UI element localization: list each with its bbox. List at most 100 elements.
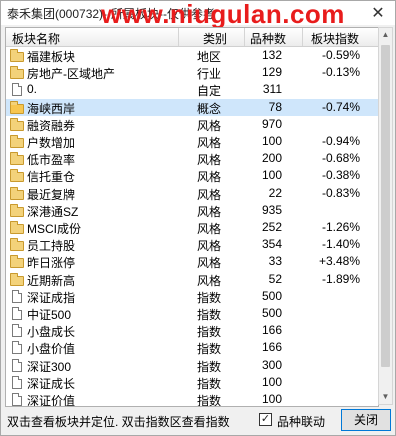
folder-icon [10, 204, 24, 217]
table-row[interactable]: 户数增加 风格 100 -0.94% [6, 133, 378, 150]
document-icon [10, 393, 24, 406]
row-count: 970 [261, 117, 282, 131]
row-count: 78 [268, 100, 282, 114]
table-row[interactable]: 近期新高 风格 52 -1.89% [6, 271, 378, 288]
row-index-pct: -1.89% [321, 272, 360, 286]
row-name: 房地产-区域地产 [27, 67, 115, 81]
table-row[interactable]: 房地产-区域地产 行业 129 -0.13% [6, 64, 378, 81]
row-count: 100 [261, 392, 282, 406]
row-count: 100 [261, 134, 282, 148]
row-index-pct: -0.83% [321, 186, 360, 200]
header-category[interactable]: 类别 [203, 30, 227, 47]
row-count: 166 [261, 323, 282, 337]
row-name: 小盘价值 [27, 342, 76, 356]
header-divider[interactable] [178, 28, 179, 46]
header-name[interactable]: 板块名称 [12, 30, 60, 47]
table-row[interactable]: 福建板块 地区 132 -0.59% [6, 47, 378, 64]
row-count: 52 [268, 272, 282, 286]
folder-icon [10, 238, 24, 251]
table-row[interactable]: MSCI成份 风格 252 -1.26% [6, 219, 378, 236]
row-count: 100 [261, 375, 282, 389]
table-row[interactable]: 深证成指 指数 500 [6, 288, 378, 305]
table-row[interactable]: 0. 自定 311 [6, 81, 378, 98]
row-name: 近期新高 [27, 274, 76, 288]
folder-open-icon [10, 101, 24, 114]
row-name: 低市盈率 [27, 153, 76, 167]
document-icon [10, 376, 24, 389]
scroll-down-icon[interactable]: ▼ [379, 390, 392, 404]
vertical-scrollbar[interactable]: ▲ ▼ [378, 27, 393, 405]
folder-icon [10, 221, 24, 234]
row-index-pct: -0.38% [321, 168, 360, 182]
row-name: 小盘成长 [27, 325, 76, 339]
row-index-pct: -0.68% [321, 151, 360, 165]
header-count[interactable]: 品种数 [250, 30, 286, 47]
row-category: 风格 [197, 222, 222, 236]
document-icon [10, 83, 24, 96]
document-icon [10, 290, 24, 303]
row-category: 风格 [197, 274, 222, 288]
row-category: 风格 [197, 153, 222, 167]
row-category: 风格 [197, 136, 222, 150]
row-category: 指数 [197, 377, 222, 391]
row-category: 概念 [197, 102, 222, 116]
table-row[interactable]: 深港通SZ 风格 935 [6, 202, 378, 219]
row-name: 最近复牌 [27, 188, 76, 202]
scroll-thumb[interactable] [381, 45, 390, 367]
header-divider[interactable] [244, 28, 245, 46]
row-index-pct: -0.59% [321, 48, 360, 62]
table-row[interactable]: 最近复牌 风格 22 -0.83% [6, 185, 378, 202]
table-row[interactable]: 小盘成长 指数 166 [6, 322, 378, 339]
table-row[interactable]: 海峡西岸 概念 78 -0.74% [6, 99, 378, 116]
document-icon [10, 341, 24, 354]
row-category: 风格 [197, 256, 222, 270]
row-category: 指数 [197, 360, 222, 374]
table-row[interactable]: 中证500 指数 500 [6, 305, 378, 322]
header-index-pct[interactable]: 板块指数 [311, 30, 359, 47]
table-row[interactable]: 信托重仓 风格 100 -0.38% [6, 167, 378, 184]
row-index-pct: -0.13% [321, 65, 360, 79]
document-icon [10, 324, 24, 337]
table-row[interactable]: 深证300 指数 300 [6, 357, 378, 374]
title-bar: 泰禾集团(000732)--所属板块--仅供参考 www.niugulan.co… [1, 0, 395, 29]
row-category: 指数 [197, 325, 222, 339]
link-checkbox[interactable]: ✓ [259, 413, 272, 426]
table-row[interactable]: 员工持股 风格 354 -1.40% [6, 236, 378, 253]
folder-icon [10, 118, 24, 131]
row-count: 33 [268, 254, 282, 268]
row-name: 深证成长 [27, 377, 76, 391]
row-name: 昨日涨停 [27, 256, 76, 270]
row-name: 海峡西岸 [27, 102, 76, 116]
row-count: 354 [261, 237, 282, 251]
row-category: 地区 [197, 50, 222, 64]
table-row[interactable]: 昨日涨停 风格 33 +3.48% [6, 253, 378, 270]
row-name: 深证成指 [27, 291, 76, 305]
sector-list[interactable]: 板块名称 类别 品种数 板块指数 福建板块 地区 132 -0.59% 房地产-区域地产… [5, 27, 379, 407]
row-index-pct: -0.94% [321, 134, 360, 148]
folder-icon [10, 255, 24, 268]
header-divider[interactable] [302, 28, 303, 46]
folder-icon [10, 135, 24, 148]
scroll-up-icon[interactable]: ▲ [379, 28, 392, 42]
table-row[interactable]: 低市盈率 风格 200 -0.68% [6, 150, 378, 167]
close-icon[interactable]: ✕ [369, 3, 387, 23]
folder-icon [10, 187, 24, 200]
row-count: 311 [262, 82, 282, 96]
table-row[interactable]: 融资融券 风格 970 [6, 116, 378, 133]
footer: 双击查看板块并定位. 双击指数区查看指数 ✓ 品种联动 关闭 [1, 405, 395, 435]
link-checkbox-label[interactable]: 品种联动 [277, 413, 325, 430]
row-category: 指数 [197, 291, 222, 305]
table-row[interactable]: 深证成长 指数 100 [6, 374, 378, 391]
row-count: 129 [261, 65, 282, 79]
row-category: 行业 [197, 67, 222, 81]
row-name: 0. [27, 82, 38, 96]
table-row[interactable]: 小盘价值 指数 166 [6, 339, 378, 356]
row-index-pct: +3.48% [318, 254, 360, 268]
row-index-pct: -0.74% [321, 100, 360, 114]
list-header: 板块名称 类别 品种数 板块指数 [6, 28, 378, 47]
close-button[interactable]: 关闭 [341, 409, 391, 431]
row-count: 935 [261, 203, 282, 217]
row-category: 指数 [197, 342, 222, 356]
row-category: 风格 [197, 188, 222, 202]
row-count: 100 [261, 168, 282, 182]
